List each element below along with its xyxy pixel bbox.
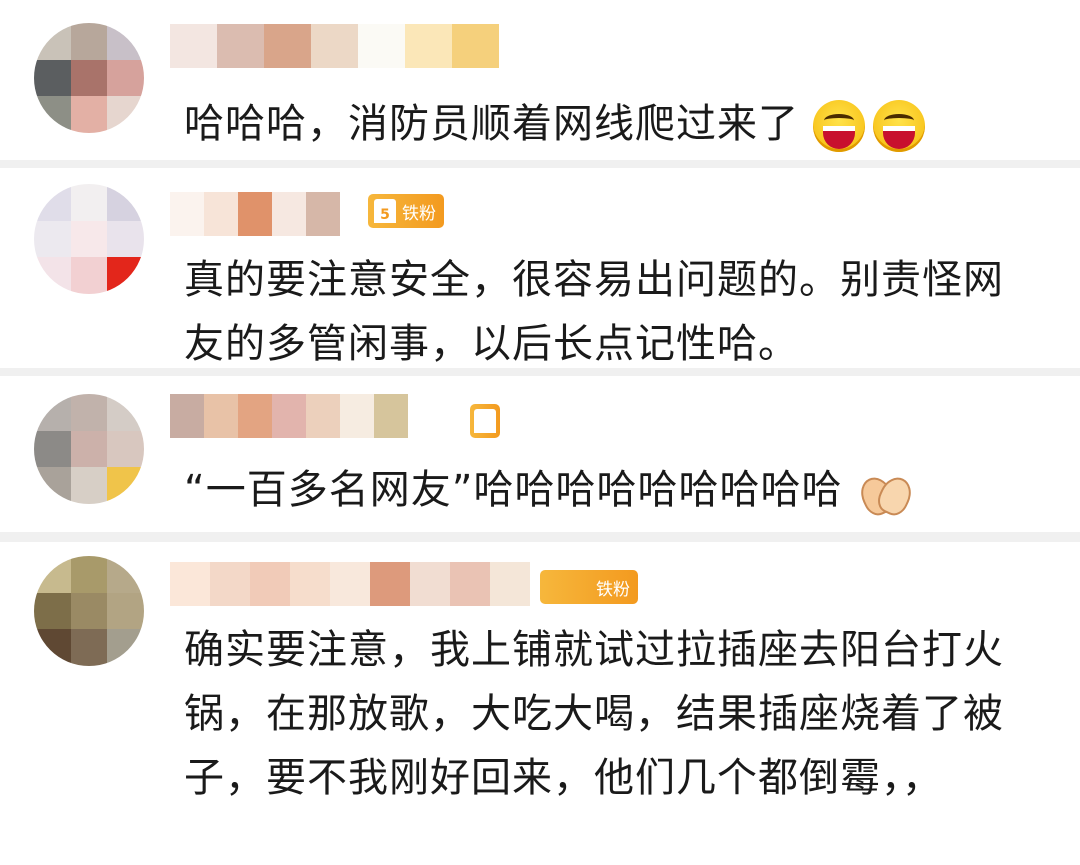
- comment-text: 哈哈哈，消防员顺着网线爬过来了: [184, 92, 1040, 156]
- avatar-pixel: [107, 394, 144, 431]
- avatar-pixel: [34, 96, 71, 133]
- username-pixel: [170, 562, 210, 606]
- username-pixel: [204, 192, 238, 236]
- username-pixel: [452, 24, 499, 68]
- comment-text: 确实要注意，我上铺就试过拉插座去阳台打火锅，在那放歌，大吃大喝，结果插座烧着了被…: [184, 627, 1004, 801]
- fan-level-icon: [474, 409, 496, 433]
- comment-card[interactable]: 5 铁粉 真的要注意安全，很容易出问题的。别责怪网友的多管闲事，以后长点记性哈。: [0, 168, 1080, 368]
- avatar-pixel: [107, 220, 144, 258]
- avatar-pixel: [34, 556, 71, 593]
- username-blurred[interactable]: [170, 562, 530, 606]
- fan-badge: 5 铁粉: [368, 194, 444, 228]
- username-pixel: [290, 562, 330, 606]
- avatar-pixel: [34, 629, 71, 666]
- avatar-pixel: [107, 430, 144, 468]
- avatar-pixel: [70, 220, 108, 258]
- username-pixel: [170, 24, 217, 68]
- avatar-pixel: [70, 96, 108, 133]
- username-blurred[interactable]: [170, 192, 340, 236]
- avatar[interactable]: [34, 184, 144, 294]
- avatar-pixel: [34, 220, 71, 258]
- username-pixel: [272, 394, 306, 438]
- username-pixel: [330, 562, 370, 606]
- username-pixel: [358, 24, 405, 68]
- avatar-pixel: [70, 556, 108, 593]
- username-pixel: [306, 192, 340, 236]
- avatar-pixel: [107, 467, 144, 504]
- username-pixel: [170, 192, 204, 236]
- avatar-pixel: [70, 430, 108, 468]
- avatar-pixel: [107, 23, 144, 60]
- avatar-pixel: [34, 592, 71, 630]
- comment-text: “一百多名网友”哈哈哈哈哈哈哈哈哈: [184, 458, 1040, 522]
- username-pixel: [374, 394, 408, 438]
- avatar[interactable]: [34, 23, 144, 133]
- avatar-pixel: [70, 592, 108, 630]
- username-pixel: [238, 192, 272, 236]
- username-pixel: [410, 562, 450, 606]
- username-pixel: [238, 394, 272, 438]
- username-pixel: [170, 394, 204, 438]
- username-pixel: [264, 24, 311, 68]
- avatar-pixel: [34, 257, 71, 294]
- comment-card[interactable]: “一百多名网友”哈哈哈哈哈哈哈哈哈: [0, 376, 1080, 532]
- comment-text: 真的要注意安全，很容易出问题的。别责怪网友的多管闲事，以后长点记性哈。: [184, 257, 1004, 367]
- fan-level-icon: 5: [374, 199, 396, 223]
- avatar-pixel: [70, 257, 108, 294]
- username-pixel: [311, 24, 358, 68]
- avatar-pixel: [70, 629, 108, 666]
- avatar-pixel: [107, 629, 144, 666]
- avatar-pixel: [34, 23, 71, 60]
- fan-badge: 铁粉: [540, 570, 638, 604]
- username-pixel: [204, 394, 238, 438]
- avatar-pixel: [70, 467, 108, 504]
- avatar-pixel: [70, 23, 108, 60]
- avatar-pixel: [70, 394, 108, 431]
- avatar-pixel: [107, 257, 144, 294]
- avatar-pixel: [34, 394, 71, 431]
- username-pixel: [250, 562, 290, 606]
- avatar-pixel: [107, 59, 144, 97]
- avatar-pixel: [34, 430, 71, 468]
- username-pixel: [210, 562, 250, 606]
- username-pixel: [490, 562, 530, 606]
- username-pixel: [405, 24, 452, 68]
- laugh-emoji: [813, 100, 865, 152]
- avatar-pixel: [34, 467, 71, 504]
- avatar-pixel: [107, 184, 144, 221]
- username-blurred[interactable]: [170, 24, 500, 68]
- username-pixel: [340, 394, 374, 438]
- username-pixel: [272, 192, 306, 236]
- avatar-pixel: [34, 59, 71, 97]
- clap-emoji: [856, 467, 912, 517]
- avatar-pixel: [107, 96, 144, 133]
- avatar[interactable]: [34, 394, 144, 504]
- avatar-pixel: [70, 59, 108, 97]
- username-pixel: [306, 394, 340, 438]
- avatar[interactable]: [34, 556, 144, 666]
- comment-card[interactable]: 哈哈哈，消防员顺着网线爬过来了: [0, 0, 1080, 160]
- avatar-pixel: [107, 556, 144, 593]
- username-blurred[interactable]: [170, 394, 408, 438]
- fan-badge: [470, 404, 500, 438]
- username-pixel: [217, 24, 264, 68]
- username-pixel: [450, 562, 490, 606]
- avatar-pixel: [107, 592, 144, 630]
- comment-card[interactable]: 铁粉 确实要注意，我上铺就试过拉插座去阳台打火锅，在那放歌，大吃大喝，结果插座烧…: [0, 542, 1080, 865]
- laugh-emoji: [873, 100, 925, 152]
- avatar-pixel: [70, 184, 108, 221]
- avatar-pixel: [34, 184, 71, 221]
- username-pixel: [370, 562, 410, 606]
